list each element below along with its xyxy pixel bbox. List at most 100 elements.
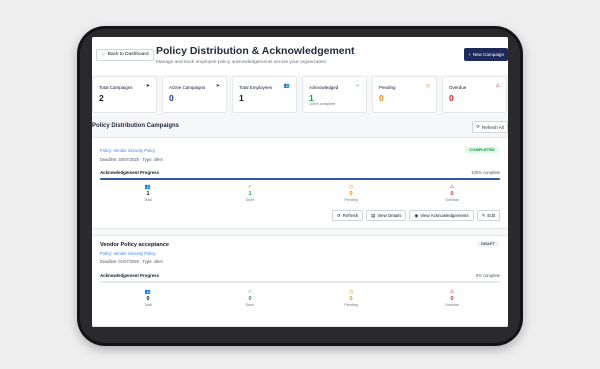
stat-value: 2: [99, 93, 104, 103]
campaign-card: Policy: Vendor Security Policy Deadline:…: [92, 137, 508, 229]
page-subtitle: Manage and track employee policy acknowl…: [156, 60, 327, 65]
back-button-label: Back to Dashboard: [107, 52, 149, 57]
stat-note: 100% complete: [309, 102, 336, 106]
section-title: Policy Distribution Campaigns: [92, 123, 180, 129]
stat-label: Active Campaigns: [169, 85, 206, 90]
progress-bar: [100, 281, 500, 283]
check-circle-icon: ✓: [247, 289, 253, 295]
new-campaign-label: New Campaign: [472, 52, 505, 57]
check-circle-icon: ✓: [247, 184, 253, 190]
app-screen: ← Back to Dashboard Policy Distribution …: [92, 37, 508, 327]
stat-label: Total Campaigns: [99, 85, 133, 90]
metric-value: 0: [248, 296, 252, 302]
stat-card-acknowledged: Acknowledged 1 100% complete ✓: [302, 76, 367, 113]
metric-label: Done: [245, 303, 255, 307]
status-badge: DRAFT: [477, 241, 499, 247]
refresh-button[interactable]: ⟳ Refresh: [332, 210, 364, 221]
progress-label: Acknowledgement Progress: [100, 273, 160, 278]
stat-card-active-campaigns: Active Campaigns 0 ➤: [162, 76, 227, 113]
metric-label: Total: [144, 198, 152, 202]
clock-icon: ◷: [425, 83, 430, 89]
stat-card-overdue: Overdue 0 ⚠: [442, 76, 507, 113]
campaign-actions: ⟳ Refresh ▤ View Details ◉ View Acknowledge…: [332, 210, 500, 221]
send-icon: ➤: [145, 83, 150, 89]
metric-value: 0: [450, 296, 454, 302]
progress-label: Acknowledgement Progress: [100, 170, 160, 175]
metric-overdue: ⚠ 0 Overdue: [422, 289, 482, 307]
metric-done: ✓ 1 Done: [220, 184, 280, 202]
view-details-button[interactable]: ▤ View Details: [366, 210, 407, 221]
stat-value: 0: [169, 93, 174, 103]
campaign-meta: Deadline: 30/07/2025 · Type: other: [100, 157, 163, 162]
arrow-left-icon: ←: [101, 52, 106, 57]
stat-card-pending: Pending 0 ◷: [372, 76, 437, 113]
metric-label: Pending: [344, 303, 358, 307]
metric-label: Pending: [344, 198, 358, 202]
progress-bar-fill: [100, 178, 500, 180]
refresh-icon: ⟳: [476, 124, 480, 129]
metric-total: 👥 0 Total: [118, 289, 178, 307]
stat-label: Total Employees: [239, 85, 273, 90]
refresh-all-button[interactable]: ⟳ Refresh All: [472, 121, 508, 133]
stat-label: Overdue: [449, 85, 467, 90]
edit-icon: ✎: [481, 212, 486, 218]
action-label: Refresh: [342, 213, 359, 218]
progress-bar: [100, 178, 500, 180]
stat-card-total-campaigns: Total Campaigns 2 ➤: [92, 76, 157, 113]
action-label: View Details: [377, 213, 402, 218]
status-badge: COMPLETED: [465, 147, 499, 153]
campaign-title: Vendor Policy acceptance: [100, 242, 170, 248]
page-header: ← Back to Dashboard Policy Distribution …: [92, 37, 508, 75]
metric-value: 1: [248, 191, 252, 197]
file-icon: ▤: [371, 212, 376, 218]
metric-done: ✓ 0 Done: [220, 289, 280, 307]
metric-total: 👥 1 Total: [118, 184, 178, 202]
new-campaign-button[interactable]: + New Campaign: [464, 48, 508, 61]
metric-pending: ◷ 0 Pending: [321, 184, 381, 202]
plus-icon: +: [467, 52, 471, 57]
metric-label: Overdue: [445, 303, 459, 307]
users-icon: 👥: [283, 83, 290, 89]
metric-label: Overdue: [445, 198, 459, 202]
stat-label: Pending: [379, 85, 396, 90]
campaign-card: Vendor Policy acceptance Policy: Vendor …: [92, 235, 508, 327]
eye-icon: ◉: [414, 212, 419, 218]
edit-button[interactable]: ✎ Edit: [476, 210, 500, 221]
back-to-dashboard-button[interactable]: ← Back to Dashboard: [96, 49, 154, 61]
clock-icon: ◷: [348, 184, 354, 190]
users-icon: 👥: [144, 184, 152, 190]
metric-overdue: ⚠ 0 Overdue: [422, 184, 482, 202]
metric-value: 1: [146, 191, 150, 197]
action-label: Edit: [487, 213, 495, 218]
progress-percent: 0% complete: [475, 273, 500, 278]
stats-row: Total Campaigns 2 ➤ Active Campaigns 0 ➤…: [92, 75, 508, 113]
send-icon: ➤: [215, 83, 220, 89]
page-title: Policy Distribution & Acknowledgement: [156, 45, 355, 57]
view-acknowledgements-button[interactable]: ◉ View Acknowledgements: [409, 210, 474, 221]
metric-pending: ◷ 0 Pending: [321, 289, 381, 307]
users-icon: 👥: [144, 289, 152, 295]
check-circle-icon: ✓: [355, 83, 360, 89]
clock-icon: ◷: [348, 289, 354, 295]
campaign-policy-link[interactable]: Policy: Vendor Security Policy: [100, 148, 155, 153]
campaign-meta: Deadline: 01/07/2025 · Type: other: [100, 259, 163, 264]
action-label: View Acknowledgements: [420, 213, 469, 218]
stat-value: 1: [239, 93, 244, 103]
metric-label: Done: [245, 198, 255, 202]
stat-label: Acknowledged: [309, 85, 339, 90]
stat-card-total-employees: Total Employees 1 👥: [232, 76, 297, 113]
alert-triangle-icon: ⚠: [495, 83, 500, 89]
refresh-all-label: Refresh All: [482, 124, 504, 130]
metric-label: Total: [144, 303, 152, 307]
metric-value: 0: [349, 191, 353, 197]
alert-triangle-icon: ⚠: [449, 289, 455, 295]
metric-value: 0: [146, 296, 150, 302]
stat-value: 0: [379, 93, 384, 103]
alert-triangle-icon: ⚠: [449, 184, 455, 190]
progress-percent: 100% complete: [471, 170, 500, 175]
stat-value: 0: [449, 93, 454, 103]
refresh-icon: ⟳: [337, 212, 341, 218]
campaign-policy-link[interactable]: Policy: Vendor Security Policy: [100, 251, 155, 256]
metric-value: 0: [450, 191, 454, 197]
metric-value: 0: [349, 296, 353, 302]
